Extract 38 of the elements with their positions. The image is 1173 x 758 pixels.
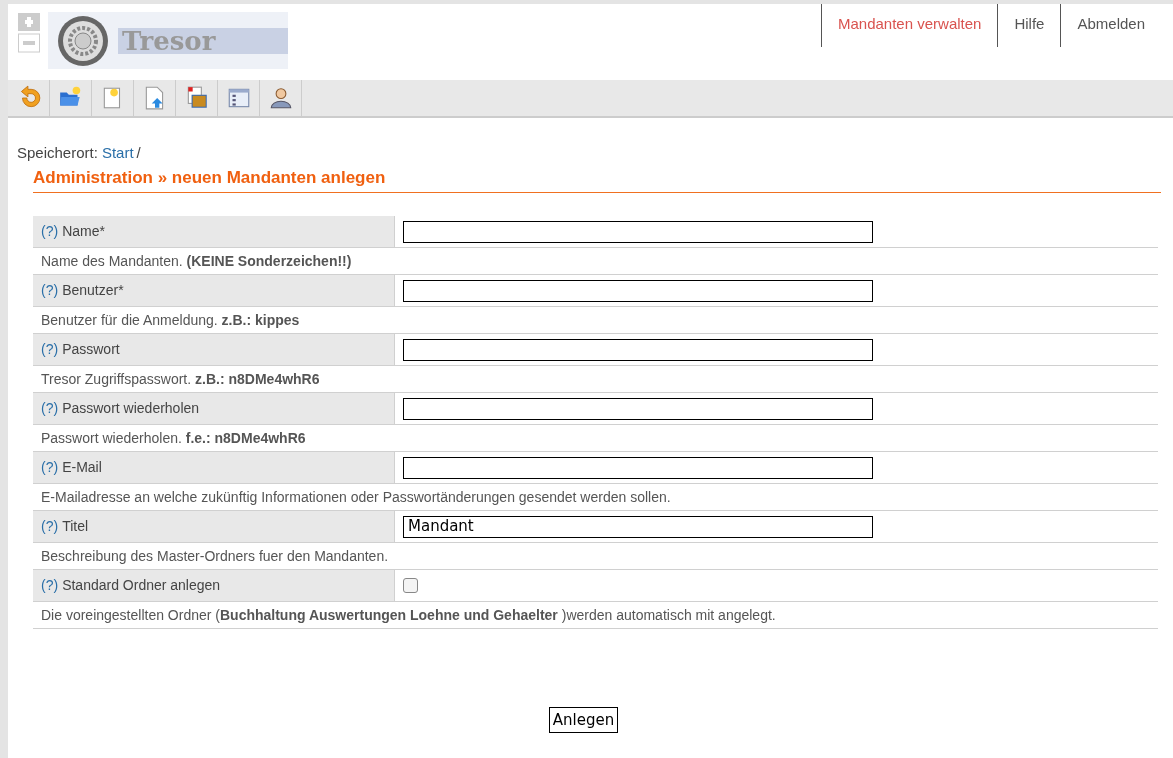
text-field[interactable] [403, 279, 873, 302]
field-label-text: Titel [62, 517, 89, 536]
field-label-text: E-Mail [62, 458, 102, 477]
breadcrumb-label: Speicherort: [17, 143, 98, 163]
help-link[interactable]: (?) [41, 339, 59, 360]
help-link[interactable]: (?) [41, 516, 59, 537]
breadcrumb-link[interactable]: Start [101, 142, 134, 165]
text-field[interactable] [403, 397, 873, 420]
text-field[interactable]: Mandant [403, 515, 873, 538]
field-description: Passwort wiederholen. f.e.: n8DMe4whR6 [41, 428, 306, 448]
nav-link[interactable]: Hilfe [997, 4, 1061, 47]
page-heading: Administration » neuen Mandanten anlegen [33, 166, 387, 189]
safe-dial-icon [56, 13, 110, 68]
checkbox[interactable] [403, 578, 418, 593]
nav-link[interactable]: Mandanten verwalten [821, 4, 998, 47]
help-link[interactable]: (?) [41, 398, 59, 419]
field-description: Beschreibung des Master-Ordners fuer den Mandanten. [41, 546, 389, 566]
nav-link[interactable]: Abmelden [1060, 4, 1161, 47]
field-description: Name des Mandanten. (KEINE Sonderzeichen!!) [41, 251, 352, 271]
submit-button[interactable]: Anlegen [548, 707, 619, 733]
help-link[interactable]: (?) [41, 575, 59, 596]
field-description: Benutzer für die Anmeldung. z.B.: kippes [41, 310, 300, 330]
field-label-text: Passwort wiederholen [62, 399, 200, 418]
field-description: E-Mailadresse an welche zukünftig Informationen oder Passwortänderungen gesendet werden sollen. [41, 487, 671, 507]
text-field[interactable] [403, 338, 873, 361]
breadcrumb-separator: / [136, 143, 141, 163]
field-label-text: Standard Ordner anlegen [62, 576, 221, 595]
text-field[interactable] [403, 220, 873, 243]
field-label-text: Name* [62, 222, 105, 241]
help-link[interactable]: (?) [41, 457, 59, 478]
help-link[interactable]: (?) [41, 280, 59, 301]
field-description: Die voreingestellten Ordner (Buchhaltung Auswertungen Loehne und Gehaelter )werden automatisch mit angelegt. [41, 605, 776, 625]
field-label-text: Benutzer* [62, 281, 124, 300]
text-field[interactable] [403, 456, 873, 479]
help-link[interactable]: (?) [41, 221, 59, 242]
field-description: Tresor Zugriffspasswort. z.B.: n8DMe4whR6 [41, 369, 320, 389]
field-label-text: Passwort [62, 340, 120, 359]
logo-text: Tresor [122, 27, 216, 54]
